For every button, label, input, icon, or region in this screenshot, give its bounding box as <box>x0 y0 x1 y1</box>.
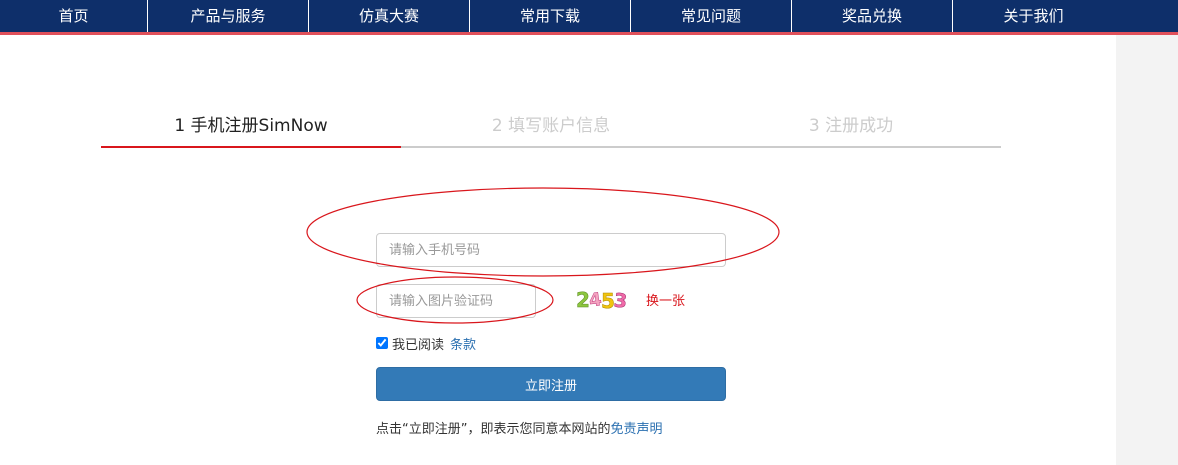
disclaimer-link[interactable]: 免责声明 <box>610 422 662 437</box>
agree-checkbox[interactable] <box>376 337 388 349</box>
right-side-strip <box>1116 35 1178 465</box>
top-navigation-bar: 首页 产品与服务 仿真大赛 常用下载 常见问题 奖品兑换 关于我们 <box>0 0 1178 35</box>
step-register-success: 3 注册成功 <box>701 104 1001 148</box>
phone-number-input[interactable] <box>376 233 726 267</box>
nav-item-home[interactable]: 首页 <box>0 0 148 32</box>
refresh-captcha-link[interactable]: 换一张 <box>646 290 685 309</box>
disclaimer-text: 点击“立即注册”，即表示您同意本网站的免责声明 <box>376 418 663 437</box>
register-button[interactable]: 立即注册 <box>376 367 726 401</box>
agreement-row: 我已阅读 条款 <box>376 334 476 353</box>
nav-item-prizes[interactable]: 奖品兑换 <box>792 0 953 32</box>
nav-item-about[interactable]: 关于我们 <box>953 0 1114 32</box>
captcha-image[interactable]: 2 4 5 3 <box>574 286 630 312</box>
registration-steps: 1 手机注册SimNow 2 填写账户信息 3 注册成功 <box>101 104 1001 148</box>
terms-link[interactable]: 条款 <box>450 334 476 353</box>
captcha-input[interactable] <box>376 284 536 318</box>
nav-item-downloads[interactable]: 常用下载 <box>470 0 631 32</box>
captcha-digit-4: 3 <box>613 289 628 312</box>
disclaimer-prefix: 点击“立即注册”，即表示您同意本网站的 <box>376 422 611 437</box>
nav-item-faq[interactable]: 常见问题 <box>631 0 792 32</box>
nav-item-contest[interactable]: 仿真大赛 <box>309 0 470 32</box>
step-account-info: 2 填写账户信息 <box>401 104 701 148</box>
nav-item-products[interactable]: 产品与服务 <box>148 0 309 32</box>
step-phone-register: 1 手机注册SimNow <box>101 104 401 148</box>
agree-label: 我已阅读 <box>392 337 445 353</box>
